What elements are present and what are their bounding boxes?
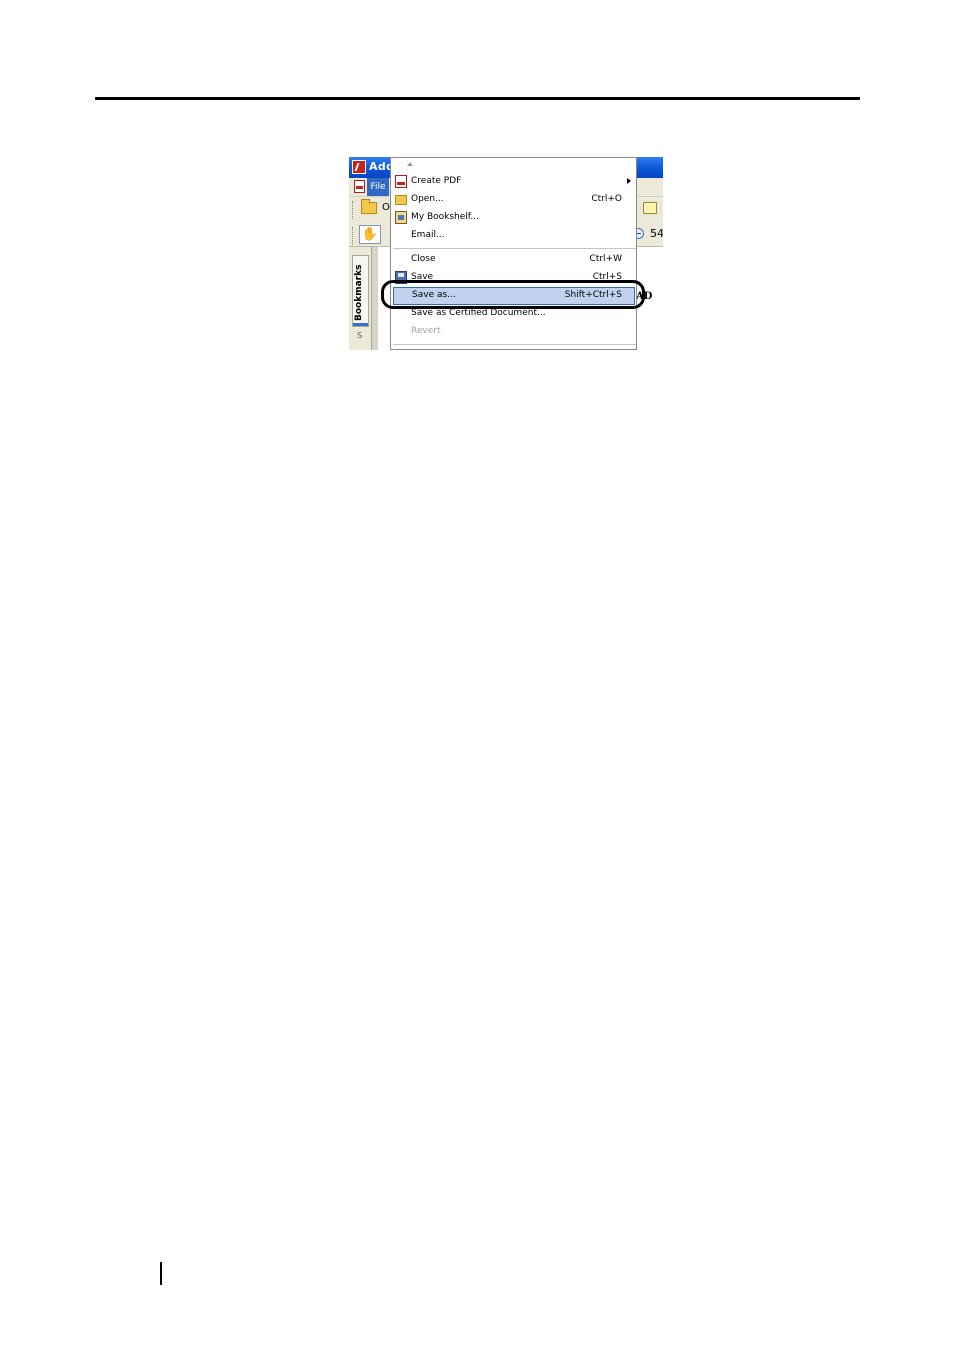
menu-item-email[interactable]: Email... <box>391 227 636 245</box>
tab-bookmarks-label: Bookmarks <box>354 264 364 321</box>
document-icon <box>354 180 365 193</box>
menu-item-label: Save as Certified Document... <box>411 308 546 318</box>
open-folder-icon <box>395 195 407 205</box>
submenu-arrow-icon <box>627 178 631 184</box>
navigation-pane: Bookmarks S <box>349 247 372 350</box>
menu-item-label: Create PDF <box>411 176 462 186</box>
open-folder-icon[interactable] <box>361 199 377 214</box>
menu-item-close[interactable]: Close Ctrl+W <box>391 251 636 269</box>
bookshelf-icon <box>395 211 407 224</box>
menu-item-label: Close <box>411 254 436 264</box>
menu-item-label: Open... <box>411 194 444 204</box>
file-menu-dropdown: Create PDF Open... Ctrl+O My Bookshelf..… <box>390 157 637 350</box>
page-footer-mark <box>160 1262 162 1285</box>
menu-item-label: Revert <box>411 326 441 336</box>
comment-icon[interactable] <box>643 202 657 214</box>
menu-file[interactable]: File <box>367 178 389 196</box>
menu-scroll-up-icon[interactable] <box>407 162 413 166</box>
save-as-callout-outline <box>381 280 645 309</box>
tab-signatures-partial[interactable]: S <box>357 331 362 340</box>
menu-item-shortcut: Ctrl+W <box>589 254 622 264</box>
hand-tool-icon[interactable]: ✋ <box>359 225 381 244</box>
toolbar-grip[interactable] <box>352 227 355 245</box>
acrobat-app-icon <box>352 160 366 174</box>
pdf-icon <box>395 175 407 188</box>
app-screenshot: Adol File O ✋ 54 Bookmarks S AD Create P… <box>349 157 663 350</box>
menu-item-create-pdf[interactable]: Create PDF <box>391 173 636 191</box>
menu-item-revert: Revert <box>391 323 636 341</box>
page-header-rule <box>95 97 860 100</box>
document-edge <box>372 247 378 350</box>
menu-item-label: Email... <box>411 230 445 240</box>
open-button-label[interactable]: O <box>382 202 390 213</box>
menu-separator <box>393 248 636 249</box>
menu-separator <box>393 344 636 345</box>
menu-item-open[interactable]: Open... Ctrl+O <box>391 191 636 209</box>
menu-item-shortcut: Ctrl+O <box>591 194 622 204</box>
menu-item-my-bookshelf[interactable]: My Bookshelf... <box>391 209 636 227</box>
toolbar-grip[interactable] <box>352 201 355 219</box>
menu-item-label: My Bookshelf... <box>411 212 479 222</box>
tab-indicator <box>353 323 368 326</box>
zoom-level[interactable]: 54 <box>650 227 663 240</box>
